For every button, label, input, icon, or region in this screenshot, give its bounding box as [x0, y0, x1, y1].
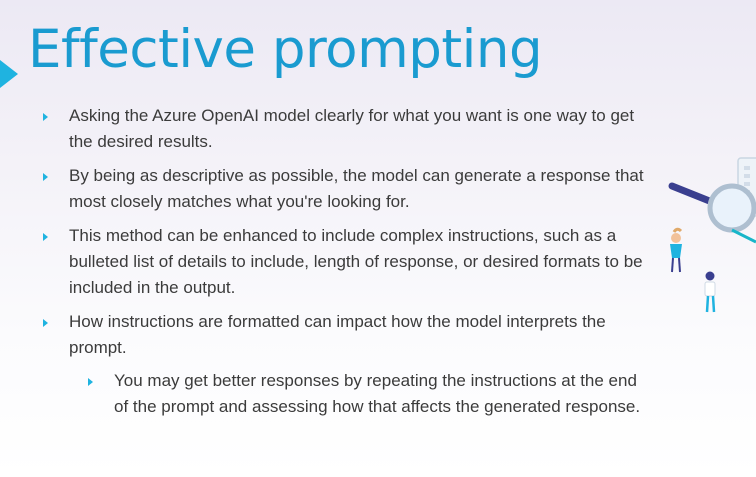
bullet-text: By being as descriptive as possible, the…: [69, 166, 644, 211]
list-item: Asking the Azure OpenAI model clearly fo…: [40, 103, 655, 155]
sub-bullet-text: You may get better responses by repeatin…: [114, 371, 641, 416]
title-accent-marker: [0, 60, 18, 88]
bullet-arrow-icon: [43, 113, 48, 121]
magnifier-icon: [668, 157, 756, 313]
page-title: Effective prompting: [28, 19, 543, 80]
list-item: By being as descriptive as possible, the…: [40, 163, 655, 215]
bullet-arrow-icon: [43, 233, 48, 241]
list-item: This method can be enhanced to include c…: [40, 223, 655, 301]
bullet-arrow-icon: [43, 319, 48, 327]
list-item: How instructions are formatted can impac…: [40, 309, 655, 420]
bullet-arrow-icon: [88, 378, 93, 386]
magnifier-people-illustration: [660, 150, 756, 320]
bullet-text: How instructions are formatted can impac…: [69, 312, 606, 357]
sub-bullet-list: You may get better responses by repeatin…: [85, 368, 655, 420]
bullet-arrow-icon: [43, 173, 48, 181]
bullet-list: Asking the Azure OpenAI model clearly fo…: [40, 103, 655, 428]
sub-list-item: You may get better responses by repeatin…: [85, 368, 655, 420]
bullet-text: Asking the Azure OpenAI model clearly fo…: [69, 106, 635, 151]
bullet-text: This method can be enhanced to include c…: [69, 226, 643, 297]
